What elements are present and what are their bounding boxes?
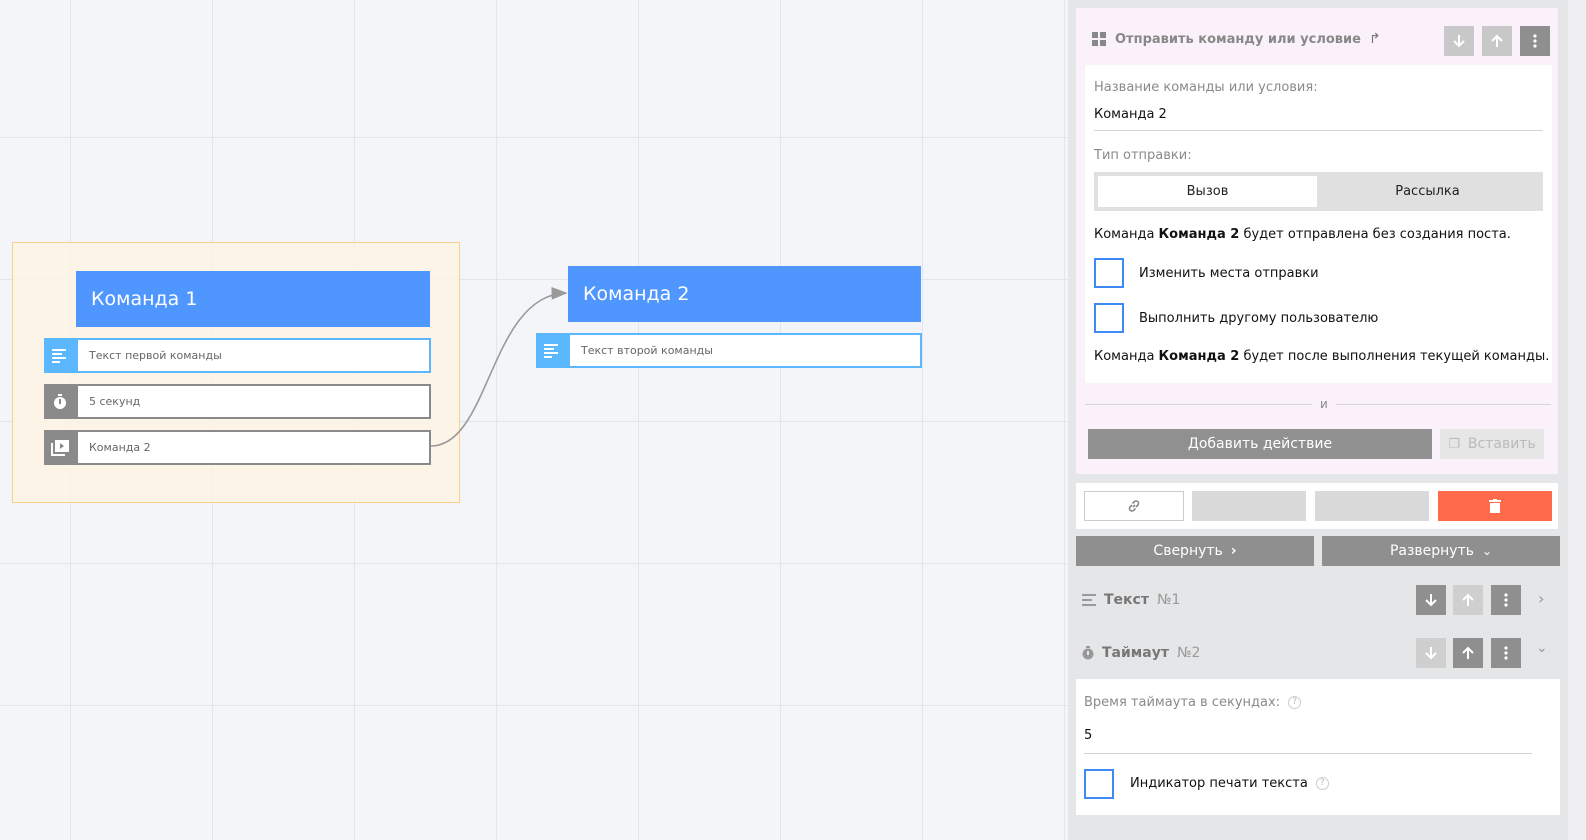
timeout-settings-card: Время таймаута в секундах:? 5 Индикатор … (1076, 679, 1560, 815)
chevron-down-icon: ⌄ (1482, 544, 1493, 558)
paste-label: Вставить (1467, 436, 1536, 452)
action-placeholder-button[interactable] (1315, 491, 1429, 521)
other-user-label: Выполнить другому пользователю (1139, 311, 1379, 326)
input-underline (1094, 130, 1543, 131)
help-icon[interactable]: ? (1288, 696, 1302, 709)
section-timeout-move-up[interactable] (1453, 638, 1483, 668)
collapse-button[interactable]: Свернуть › (1076, 536, 1314, 566)
link-icon (1128, 500, 1140, 512)
timer-icon (1082, 646, 1094, 660)
chevron-right-icon: › (1230, 543, 1237, 559)
paste-button[interactable]: ❐ Вставить (1440, 429, 1544, 459)
action-placeholder-button[interactable] (1192, 491, 1306, 521)
section-number: №2 (1176, 645, 1201, 661)
send-command-panel: Отправить команду или условие ↱ Название… (1076, 8, 1558, 474)
help-icon[interactable]: ? (1315, 777, 1329, 790)
chevron-down-icon[interactable]: ⌄ (1536, 640, 1548, 656)
change-place-checkbox[interactable] (1094, 258, 1124, 288)
change-place-label: Изменить места отправки (1139, 266, 1319, 281)
more-menu-button[interactable] (1520, 26, 1550, 56)
typing-indicator-checkbox[interactable] (1084, 769, 1114, 799)
trash-icon (1489, 499, 1501, 513)
connection-arrow (430, 287, 568, 447)
section-timeout-move-down[interactable] (1416, 638, 1446, 668)
move-up-button[interactable] (1482, 26, 1512, 56)
other-user-checkbox[interactable] (1094, 303, 1124, 333)
arrow-up-icon (1462, 593, 1474, 606)
paste-icon: ❐ (1448, 436, 1460, 452)
timeout-seconds-input[interactable]: 5 (1084, 728, 1532, 743)
section-name: Текст (1104, 592, 1149, 608)
sidebar-scrollbar[interactable] (1568, 0, 1586, 840)
arrow-up-icon (1491, 34, 1503, 47)
redirect-arrow-icon: ↱ (1368, 31, 1381, 47)
panel-title: Отправить команду или условие (1115, 31, 1361, 47)
input-underline (1084, 753, 1532, 754)
arrow-down-icon (1453, 35, 1465, 48)
send-type-call-option[interactable]: Вызов (1098, 176, 1317, 207)
execution-info-text: Команда Команда 2 будет после выполнения… (1094, 349, 1550, 364)
section-text-move-down[interactable] (1416, 585, 1446, 615)
add-action-button[interactable]: Добавить действие (1088, 429, 1432, 459)
text-lines-icon (1082, 594, 1096, 606)
section-text-move-up[interactable] (1453, 585, 1483, 615)
typing-indicator-label: Индикатор печати текста? (1130, 776, 1329, 791)
move-down-button[interactable] (1444, 26, 1474, 56)
timeout-label: Время таймаута в секундах:? (1084, 695, 1302, 710)
expand-label: Развернуть (1389, 543, 1474, 559)
and-label: и (1312, 397, 1336, 411)
section-text-menu[interactable] (1491, 585, 1521, 615)
kebab-icon (1504, 593, 1508, 607)
send-info-text: Команда Команда 2 будет отправлена без с… (1094, 227, 1511, 242)
collapse-label: Свернуть (1153, 543, 1223, 559)
send-type-label: Тип отправки: (1094, 148, 1192, 163)
send-type-broadcast-option[interactable]: Рассылка (1318, 176, 1537, 207)
section-number: №1 (1156, 592, 1181, 608)
command-name-input[interactable]: Команда 2 (1094, 107, 1543, 122)
link-button[interactable] (1084, 491, 1184, 521)
flow-canvas[interactable]: Команда 1 Текст первой команды 5 секунд … (0, 0, 1068, 840)
kebab-icon (1533, 34, 1537, 48)
properties-sidebar: Отправить команду или условие ↱ Название… (1068, 0, 1586, 840)
section-timeout-menu[interactable] (1491, 638, 1521, 668)
send-type-toggle[interactable]: Вызов Рассылка (1094, 172, 1543, 211)
command-settings-card: Название команды или условия: Команда 2 … (1085, 65, 1552, 383)
arrow-down-icon (1425, 594, 1437, 607)
node-actions-bar (1076, 483, 1558, 529)
expand-button[interactable]: Развернуть ⌄ (1322, 536, 1560, 566)
arrow-up-icon (1462, 646, 1474, 659)
delete-button[interactable] (1438, 491, 1552, 521)
arrow-down-icon (1425, 647, 1437, 660)
kebab-icon (1504, 646, 1508, 660)
chevron-right-icon[interactable]: › (1538, 589, 1544, 608)
name-label: Название команды или условия: (1094, 80, 1318, 95)
section-name: Таймаут (1102, 645, 1169, 661)
blocks-icon (1092, 32, 1106, 46)
panel-header: Отправить команду или условие ↱ (1092, 24, 1542, 54)
